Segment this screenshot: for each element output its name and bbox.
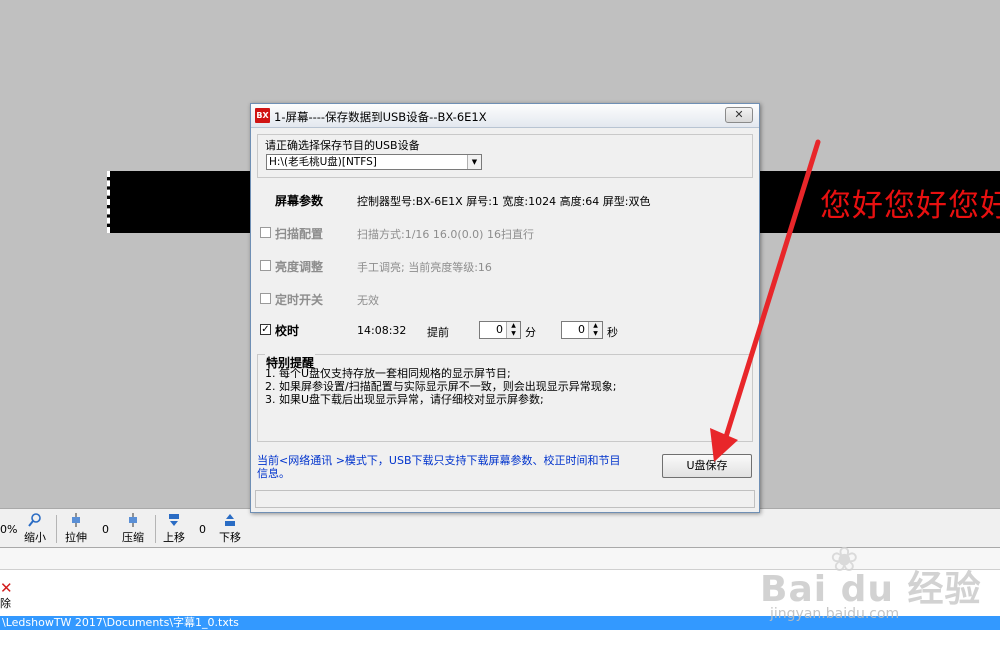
- dialog-titlebar[interactable]: BX 1-屏幕----保存数据到USB设备--BX-6E1X ✕: [251, 104, 759, 128]
- minutes-unit: 分: [525, 326, 536, 339]
- status-field: [255, 490, 755, 508]
- brightness-checkbox[interactable]: [260, 260, 271, 271]
- spin-arrows-icon[interactable]: ▲ ▼: [506, 322, 520, 338]
- stretch-value: 0: [102, 523, 109, 536]
- usb-device-group: 请正确选择保存节目的USB设备 H:\(老毛桃U盘)[NTFS] ▼: [257, 134, 753, 178]
- timer-switch-label: 定时开关: [275, 293, 324, 307]
- zoom-percent: 0%: [0, 523, 18, 536]
- move-value: 0: [199, 523, 206, 536]
- scan-config-checkbox[interactable]: [260, 227, 271, 238]
- delete-x-icon: ✕: [0, 579, 13, 597]
- delete-button[interactable]: ✕ 除: [0, 579, 13, 611]
- save-to-usb-dialog: BX 1-屏幕----保存数据到USB设备--BX-6E1X ✕ 请正确选择保存…: [250, 103, 760, 513]
- screen-params-label: 屏幕参数: [275, 194, 324, 208]
- move-up-icon: [169, 514, 179, 526]
- close-button[interactable]: ✕: [725, 107, 753, 123]
- current-time: 14:08:32: [357, 324, 407, 337]
- screen-params-info: 控制器型号:BX-6E1X 屏号:1 宽度:1024 高度:64 屏型:双色: [357, 195, 651, 208]
- move-down-button[interactable]: 下移: [219, 513, 241, 545]
- advance-seconds-stepper[interactable]: 0 ▲ ▼: [561, 321, 603, 339]
- usb-group-label: 请正确选择保存节目的USB设备: [265, 139, 420, 152]
- brightness-info: 手工调亮; 当前亮度等级:16: [357, 261, 492, 274]
- timer-switch-checkbox[interactable]: [260, 293, 271, 304]
- stretch-label: 拉伸: [65, 531, 87, 544]
- timer-switch-info: 无效: [357, 294, 379, 307]
- magnifier-icon: [28, 513, 41, 527]
- special-notice-group: 特别提醒 1. 每个U盘仅支持存放一套相同规格的显示屏节目; 2. 如果屏参设置…: [257, 354, 753, 442]
- app-logo-icon: BX: [255, 108, 270, 123]
- watermark-url: jingyan.baidu.com: [770, 606, 900, 622]
- scan-config-label: 扫描配置: [275, 227, 324, 241]
- usb-device-select[interactable]: H:\(老毛桃U盘)[NTFS] ▼: [266, 154, 482, 170]
- toolbar-divider: [155, 515, 156, 543]
- scan-config-info: 扫描方式:1/16 16.0(0.0) 16扫直行: [357, 228, 534, 241]
- seconds-unit: 秒: [607, 326, 618, 339]
- toolbar-divider: [56, 515, 57, 543]
- led-preview-text: 您好您好您好: [820, 188, 1000, 224]
- stretch-button[interactable]: 拉伸: [65, 513, 87, 545]
- compress-icon: [129, 513, 137, 527]
- move-down-icon: [225, 514, 235, 526]
- bottom-area: [0, 630, 1000, 646]
- seconds-value: 0: [578, 323, 585, 336]
- advance-minutes-stepper[interactable]: 0 ▲ ▼: [479, 321, 521, 339]
- time-sync-label: 校时: [275, 324, 300, 338]
- notice-line: 3. 如果U盘下载后出现显示异常，请仔细校对显示屏参数;: [265, 393, 544, 406]
- usb-mode-note: 当前<网络通讯 >模式下，USB下载只支持下载屏幕参数、校正时间和节目信息。: [257, 454, 621, 480]
- advance-label: 提前: [427, 326, 449, 339]
- shrink-label: 缩小: [24, 531, 46, 544]
- shrink-button[interactable]: 缩小: [24, 513, 46, 545]
- brightness-label: 亮度调整: [275, 260, 324, 274]
- minutes-value: 0: [496, 323, 503, 336]
- compress-label: 压缩: [122, 531, 144, 544]
- watermark-main-text: Bai du 经验: [760, 569, 982, 610]
- move-down-label: 下移: [219, 531, 241, 544]
- move-up-button[interactable]: 上移: [163, 513, 185, 545]
- spin-arrows-icon[interactable]: ▲ ▼: [588, 322, 602, 338]
- move-up-label: 上移: [163, 531, 185, 544]
- time-sync-checkbox[interactable]: ✓: [260, 324, 271, 335]
- chevron-down-icon[interactable]: ▼: [467, 155, 481, 169]
- delete-label: 除: [0, 597, 11, 610]
- stretch-icon: [72, 513, 80, 527]
- compress-button[interactable]: 压缩: [122, 513, 144, 545]
- usb-save-button[interactable]: U盘保存: [662, 454, 752, 478]
- baidu-jingyan-watermark: ❀ Bai du 经验 jingyan.baidu.com: [760, 540, 990, 630]
- usb-device-value: H:\(老毛桃U盘)[NTFS]: [269, 156, 377, 168]
- dialog-title: 1-屏幕----保存数据到USB设备--BX-6E1X: [274, 110, 487, 124]
